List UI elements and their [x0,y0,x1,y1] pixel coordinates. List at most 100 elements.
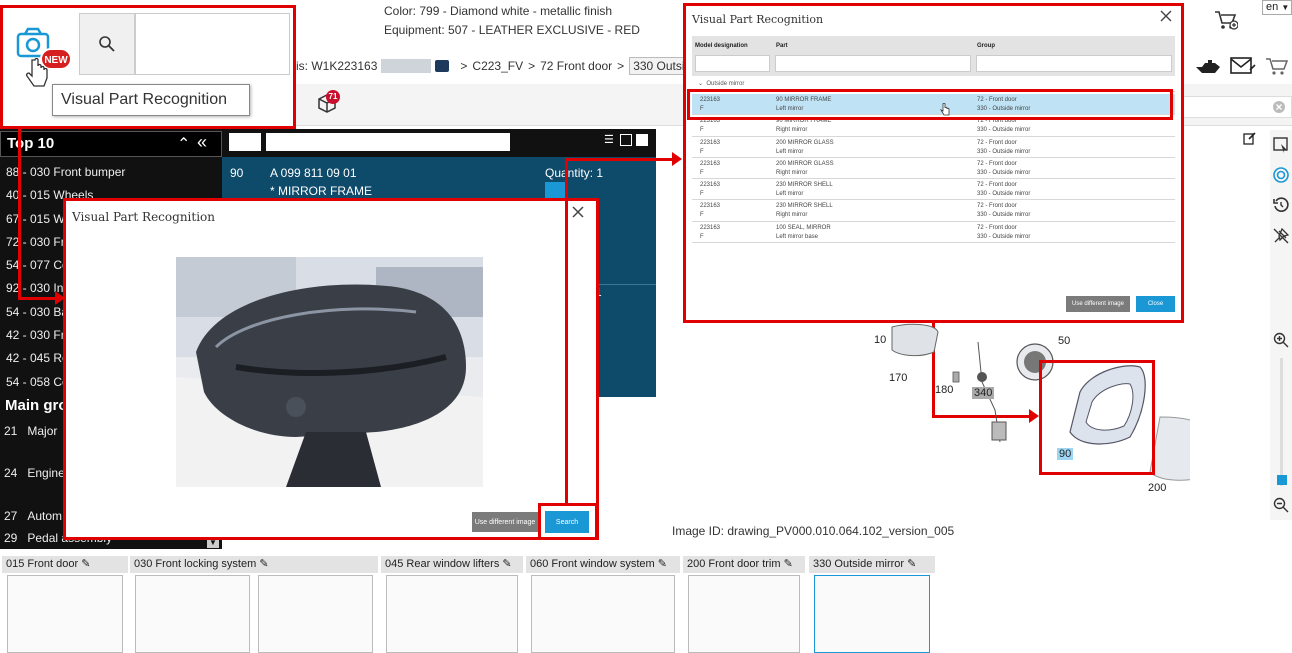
part-filter-1[interactable] [229,133,261,151]
expand-icon[interactable] [620,134,632,146]
row-model: 223163 [700,203,721,210]
row-group: 72 - Front door [977,203,1017,210]
result-row[interactable]: 223163 F 100 SEAL, MIRROR Left mirror ba… [692,222,1175,244]
edit-icon[interactable]: ✎ [784,558,793,570]
arrow-line [18,128,21,300]
row-group-sub: 330 - Outside mirror [977,148,1031,155]
breadcrumb-item-subgroup[interactable]: 330 Outsi [629,57,689,75]
vpr-right-title: Visual Part Recognition [692,13,824,26]
filter-model-input[interactable] [695,55,770,72]
vpr-left-title: Visual Part Recognition [72,210,215,224]
oil-can-icon[interactable] [1193,54,1223,78]
edit-icon[interactable]: ✎ [658,558,667,570]
close-icon[interactable] [571,205,587,221]
search-input[interactable] [135,13,290,75]
thumbnail-label: 200 Front door trim [687,558,781,570]
row-part-sub: Left mirror [776,191,804,198]
thumbnail-image [531,575,675,653]
row-group: 72 - Front door [977,182,1017,189]
target-icon[interactable] [1272,166,1290,184]
breadcrumb-sep-1: > [460,59,468,73]
zoom-slider[interactable] [1280,358,1283,486]
filter-part-input[interactable] [775,55,971,72]
arrow-head [55,291,65,305]
main-group-item[interactable]: 21 Major [4,424,57,438]
list-view-icon[interactable]: ☰ [604,134,616,146]
collapse-icon[interactable]: ⌃ [177,134,190,154]
zoom-out-icon[interactable] [1272,496,1290,514]
row-group-sub: 330 - Outside mirror [977,212,1031,219]
unpin-icon[interactable] [1272,227,1290,245]
arrow-line [565,158,673,161]
zoom-in-icon[interactable] [1272,331,1290,349]
callout-10[interactable]: 10 [874,334,886,346]
part-number: A 099 811 09 01 [270,166,357,180]
row-part-sub: Right mirror [776,169,808,176]
breadcrumb: sis: W1K223163 > C223_FV > 72 Front door… [290,57,689,75]
edit-icon[interactable]: ✎ [502,558,511,570]
part-filter-2[interactable] [266,133,510,151]
cart-icon[interactable] [1263,54,1291,78]
history-icon[interactable] [1272,196,1290,214]
main-group-item[interactable]: 24 Engine [4,466,65,480]
result-row[interactable]: 223163 F 200 MIRROR GLASS Left mirror 72… [692,137,1175,158]
copy-panel-icon[interactable] [636,134,648,146]
cart-add-icon[interactable] [1212,8,1240,32]
edit-icon[interactable] [1243,132,1257,146]
group-label: Outside mirror [706,81,745,87]
result-row[interactable]: 223163 F 200 MIRROR GLASS Right mirror 7… [692,158,1175,180]
search-button[interactable] [79,13,135,75]
result-row[interactable]: 223163 F 230 MIRROR SHELL Right mirror 7… [692,200,1175,222]
callout-170[interactable]: 170 [889,372,907,384]
chevron-down-icon: ⌄ [698,81,704,87]
uploaded-mirror-image [176,257,483,487]
double-chevron-left-icon[interactable]: « [197,132,207,153]
callout-200[interactable]: 200 [1148,482,1166,494]
thumbnail-200[interactable]: 200 Front door trim ✎ [683,556,805,653]
thumbnail-330-selected[interactable]: 330 Outside mirror ✎ [809,556,935,653]
part-pos: 90 [230,166,244,180]
mail-icon[interactable] [1228,54,1258,78]
arrow-line [565,158,568,504]
language-select[interactable]: en ▼ [1262,0,1292,15]
part-name: * MIRROR FRAME [270,184,372,198]
selected-row-highlight [687,89,1173,120]
callout-180[interactable]: 180 [935,384,953,396]
row-group: 72 - Front door [977,160,1017,167]
filter-group-input[interactable] [976,55,1172,72]
clear-icon[interactable] [1270,98,1288,116]
vpr-close-button[interactable]: Close [1136,296,1175,312]
close-icon[interactable] [1160,10,1174,24]
breadcrumb-item-group[interactable]: 72 Front door [540,59,612,73]
zoom-slider-thumb[interactable] [1277,475,1287,485]
thumbnail-015[interactable]: 015 Front door ✎ [2,556,128,653]
thumbnail-label: 030 Front locking system [134,558,257,570]
callout-90[interactable]: 90 [1057,448,1074,460]
row-part: 100 SEAL, MIRROR [776,224,831,231]
row-part-sub: Right mirror [776,127,808,134]
top10-item[interactable]: 88 - 030 Front bumper [0,161,222,184]
edit-icon[interactable]: ✎ [81,558,90,570]
row-model-sub: F [700,148,704,155]
row-part-sub: Left mirror base [776,233,819,240]
thumbnail-030[interactable]: 030 Front locking system ✎ [130,556,378,653]
thumbnail-045[interactable]: 045 Rear window lifters ✎ [381,556,523,653]
edit-icon[interactable]: ✎ [259,558,268,570]
breadcrumb-item-model[interactable]: C223_FV [472,59,523,73]
result-row[interactable]: 223163 F 230 MIRROR SHELL Left mirror 72… [692,179,1175,201]
thumbnail-060[interactable]: 060 Front window system ✎ [526,556,680,653]
vpr-right-different-image-button[interactable]: Use different image [1066,296,1130,312]
vehicle-equipment: Equipment: 507 - LEATHER EXCLUSIVE - RED [384,23,640,37]
edit-icon[interactable]: ✎ [907,558,916,570]
select-icon[interactable] [1272,136,1290,154]
callout-50[interactable]: 50 [1058,335,1070,347]
main-group-item[interactable]: 27 Autom [4,509,62,523]
thumbnail-image [135,575,250,653]
vpr-tooltip-text: Visual Part Recognition [61,91,228,108]
callout-340[interactable]: 340 [972,387,995,399]
vpr-search-button[interactable]: Search [545,511,589,533]
row-model-sub: F [700,233,704,240]
copy-icon[interactable] [435,60,450,72]
use-different-image-button[interactable]: Use different image [472,512,538,532]
hand-cursor-icon [25,57,48,92]
